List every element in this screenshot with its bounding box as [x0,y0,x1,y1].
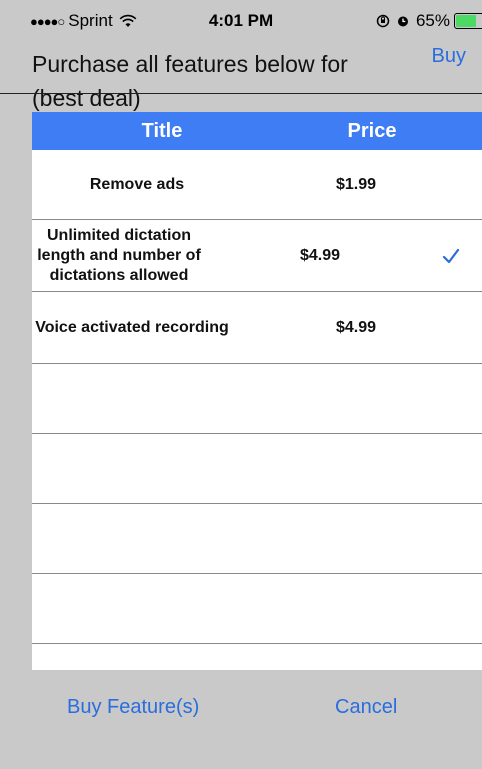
battery-percentage: 65% [415,11,450,30]
column-header-price: Price [347,120,397,142]
table-header: Title Price [32,112,482,150]
battery-icon [454,13,482,29]
feature-table: Title Price Remove ads $1.99 Unlimited d… [32,112,482,670]
table-row-empty [32,364,482,434]
cancel-button[interactable]: Cancel [335,696,397,719]
action-bar: Buy Feature(s) Cancel [0,670,482,769]
table-row[interactable]: Unlimited dictation length and number of… [32,220,482,292]
buy-all-button[interactable]: Buy [432,45,466,68]
status-right: 65% [376,11,482,31]
table-row[interactable]: Remove ads $1.99 [32,150,482,220]
alarm-icon [397,16,408,27]
feature-title: Remove ads [89,175,185,193]
checkmark-icon [442,248,460,263]
page-title-line2: (best deal) [32,85,141,111]
page-title-line1: Purchase all features below for [32,51,348,77]
feature-price: $4.99 [336,318,377,336]
status-bar: ●●●●○ Sprint 4:01 PM 65% [0,0,482,36]
orientation-lock-icon [376,14,390,28]
feature-price: $1.99 [336,175,377,193]
page-title: Purchase all features below for (best de… [32,47,412,115]
table-row[interactable]: Voice activated recording $4.99 [32,292,482,364]
header-divider [0,93,482,94]
table-row-empty [32,434,482,504]
feature-price: $4.99 [300,246,341,264]
battery-fill [456,15,477,27]
table-row-empty [32,504,482,574]
feature-title: Unlimited dictation length and number of… [37,226,201,284]
buy-features-button[interactable]: Buy Feature(s) [67,696,199,719]
column-header-title: Title [141,120,183,142]
feature-title: Voice activated recording [35,318,229,336]
table-row-empty [32,574,482,644]
